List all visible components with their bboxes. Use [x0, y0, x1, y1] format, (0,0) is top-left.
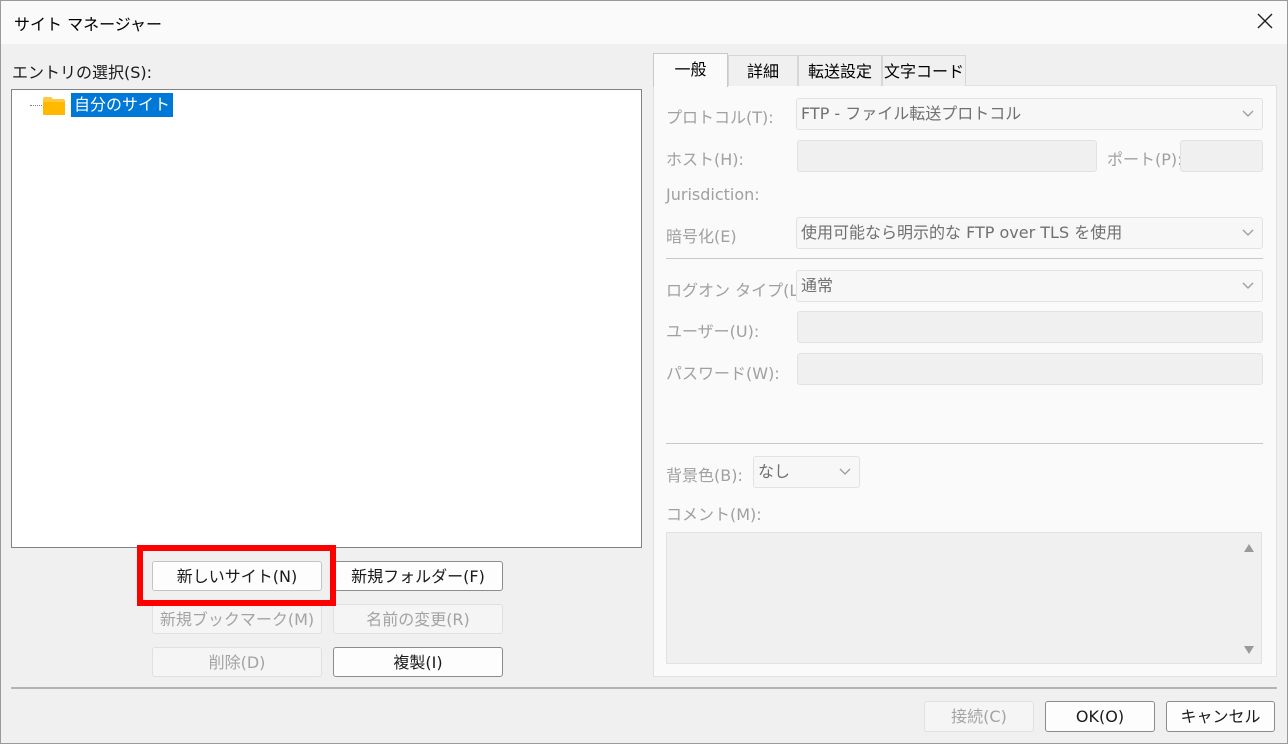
new-bookmark-button[interactable]: 新規ブックマーク(M) — [152, 604, 322, 634]
comment-label: コメント(M): — [666, 505, 762, 524]
entry-select-label: エントリの選択(S): — [12, 63, 153, 82]
window-title: サイト マネージャー — [14, 15, 162, 34]
chevron-down-icon — [839, 468, 851, 475]
user-input[interactable] — [797, 311, 1263, 343]
bgcolor-label: 背景色(B): — [666, 466, 743, 485]
section-divider — [666, 443, 1263, 444]
footer-divider — [11, 687, 1277, 689]
tab-general[interactable]: 一般 — [653, 53, 728, 87]
title-bar: サイト マネージャー — [0, 0, 1288, 44]
bgcolor-select[interactable]: なし — [753, 456, 860, 488]
chevron-down-icon — [1242, 282, 1254, 289]
ok-button[interactable]: OK(O) — [1045, 701, 1155, 732]
new-folder-button[interactable]: 新規フォルダー(F) — [333, 561, 503, 591]
new-site-button[interactable]: 新しいサイト(N) — [152, 561, 322, 591]
port-input[interactable] — [1180, 140, 1263, 172]
duplicate-button[interactable]: 複製(I) — [333, 647, 503, 677]
encryption-select[interactable]: 使用可能なら明示的な FTP over TLS を使用 — [796, 217, 1263, 249]
password-label: パスワード(W): — [666, 364, 780, 383]
jurisdiction-label: Jurisdiction: — [666, 185, 760, 204]
host-label: ホスト(H): — [666, 150, 744, 169]
section-divider — [666, 258, 1263, 259]
tab-advanced[interactable]: 詳細 — [728, 55, 798, 86]
logon-type-value: 通常 — [801, 276, 834, 295]
close-icon[interactable] — [1252, 8, 1278, 34]
encryption-value: 使用可能なら明示的な FTP over TLS を使用 — [801, 223, 1123, 242]
host-input[interactable] — [797, 140, 1097, 172]
folder-icon — [43, 97, 65, 115]
scroll-down-icon[interactable] — [1243, 645, 1255, 655]
bgcolor-value: なし — [758, 462, 791, 481]
password-input[interactable] — [797, 353, 1263, 385]
comment-textarea[interactable] — [666, 532, 1262, 664]
connect-button[interactable]: 接続(C) — [924, 701, 1034, 732]
logon-type-select[interactable]: 通常 — [796, 270, 1263, 302]
site-tree[interactable]: 自分のサイト — [11, 89, 642, 548]
tree-item-label: 自分のサイト — [71, 93, 174, 117]
tab-transfer-settings[interactable]: 転送設定 — [798, 55, 882, 86]
protocol-select[interactable]: FTP - ファイル転送プロトコル — [796, 98, 1263, 130]
logon-type-label: ログオン タイプ(L): — [666, 281, 810, 300]
user-label: ユーザー(U): — [666, 322, 760, 341]
delete-button[interactable]: 削除(D) — [152, 647, 322, 677]
protocol-label: プロトコル(T): — [666, 108, 774, 127]
scroll-up-icon[interactable] — [1243, 543, 1255, 553]
protocol-value: FTP - ファイル転送プロトコル — [801, 104, 1022, 123]
cancel-button[interactable]: キャンセル — [1166, 701, 1275, 732]
port-label: ポート(P): — [1107, 150, 1183, 169]
rename-button[interactable]: 名前の変更(R) — [333, 604, 503, 634]
chevron-down-icon — [1242, 110, 1254, 117]
encryption-label: 暗号化(E) — [666, 227, 737, 246]
chevron-down-icon — [1242, 229, 1254, 236]
tab-charset[interactable]: 文字コード — [882, 55, 966, 86]
